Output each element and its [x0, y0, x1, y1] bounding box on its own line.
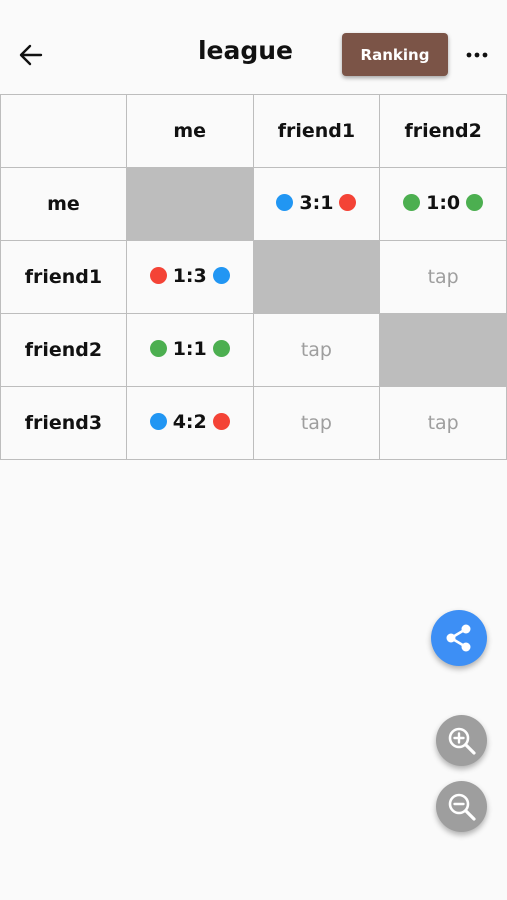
column-header: friend1: [252, 94, 381, 168]
ranking-button[interactable]: Ranking: [342, 33, 448, 76]
score-display: 1:3: [149, 264, 230, 287]
zoom-in-button[interactable]: [436, 715, 487, 766]
match-result-cell[interactable]: 1:1: [125, 313, 254, 387]
column-header: friend2: [379, 94, 507, 168]
header-row: me friend1 friend2: [0, 94, 507, 168]
zoom-out-icon: [448, 793, 476, 821]
result-dot-right: [339, 194, 357, 212]
zoom-out-button[interactable]: [436, 781, 487, 832]
league-table-viewport[interactable]: me friend1 friend2 me 3:1 1:0 friend1 1:3 tap fri…: [0, 94, 507, 464]
row-header: friend3: [0, 386, 127, 460]
result-dot-left: [149, 267, 167, 285]
row-header: friend1: [0, 240, 127, 314]
table-row: friend2 1:1 tap: [0, 313, 507, 387]
table-row: me 3:1 1:0: [0, 167, 507, 241]
result-dot-left: [149, 413, 167, 431]
result-dot-right: [212, 340, 230, 358]
result-dot-left: [403, 194, 421, 212]
corner-cell: [0, 94, 127, 168]
zoom-in-icon: [448, 727, 476, 755]
match-result-cell[interactable]: 1:0: [379, 167, 507, 241]
empty-match-cell[interactable]: tap: [252, 386, 381, 460]
empty-match-cell[interactable]: tap: [379, 386, 507, 460]
empty-match-cell[interactable]: tap: [379, 240, 507, 314]
table-row: friend3 4:2 tap tap: [0, 386, 507, 460]
match-result-cell[interactable]: 4:2: [125, 386, 254, 460]
row-header: me: [0, 167, 127, 241]
result-dot-left: [149, 340, 167, 358]
score-text: 1:0: [426, 191, 461, 214]
score-display: 1:0: [403, 191, 484, 214]
result-dot-right: [212, 267, 230, 285]
match-result-cell[interactable]: 1:3: [125, 240, 254, 314]
table-row: friend1 1:3 tap: [0, 240, 507, 314]
score-display: 4:2: [149, 410, 230, 433]
empty-match-cell[interactable]: tap: [252, 313, 381, 387]
match-result-cell[interactable]: 3:1: [252, 167, 381, 241]
share-button[interactable]: [431, 610, 487, 666]
score-text: 1:1: [172, 337, 207, 360]
column-header: me: [125, 94, 254, 168]
result-dot-left: [276, 194, 294, 212]
score-text: 4:2: [172, 410, 207, 433]
score-text: 3:1: [299, 191, 334, 214]
more-options-button[interactable]: [462, 40, 492, 70]
share-icon: [446, 624, 471, 652]
more-horizontal-icon: [466, 52, 488, 58]
row-header: friend2: [0, 313, 127, 387]
score-display: 3:1: [276, 191, 357, 214]
result-dot-right: [466, 194, 484, 212]
score-display: 1:1: [149, 337, 230, 360]
result-dot-right: [212, 413, 230, 431]
league-table: me friend1 friend2 me 3:1 1:0 friend1 1:3 tap fri…: [0, 94, 507, 460]
self-match-cell: [252, 240, 381, 314]
self-match-cell: [379, 313, 507, 387]
score-text: 1:3: [172, 264, 207, 287]
self-match-cell: [125, 167, 254, 241]
app-bar: league Ranking: [0, 0, 507, 94]
